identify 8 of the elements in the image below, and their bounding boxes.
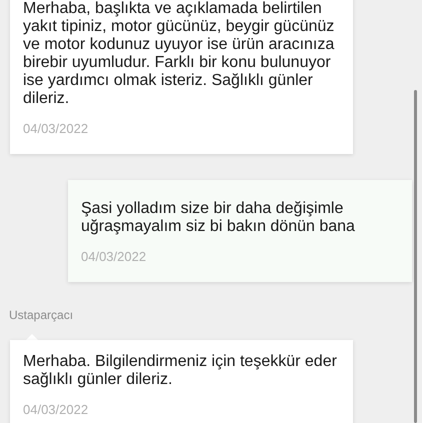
message-text: Merhaba. Bilgilendirmeniz için teşekkür eder sağlıklı günler dileriz.	[23, 353, 338, 389]
message-text: Şasi yolladım size bir daha değişimle uğraşmayalım siz bi bakın dönün bana	[81, 200, 356, 236]
message-text: Merhaba, başlıkta ve açıklamada belirtilen yakıt tipiniz, motor gücünüz, beygir gücünüz ve motor kodunuz uyuyor ise ürün aracınıza birebir uyumludur. Farklı bir konu bulunuyor ise yardımcı olmak isteriz. Sağlıklı günler dileriz.	[23, 0, 336, 108]
message-date: 04/03/2022	[81, 250, 148, 264]
message-date: 04/03/2022	[23, 122, 90, 136]
message-date: 04/03/2022	[23, 403, 90, 417]
scrollbar-thumb[interactable]	[414, 90, 417, 423]
sender-name: Ustaparçacı	[9, 308, 74, 322]
